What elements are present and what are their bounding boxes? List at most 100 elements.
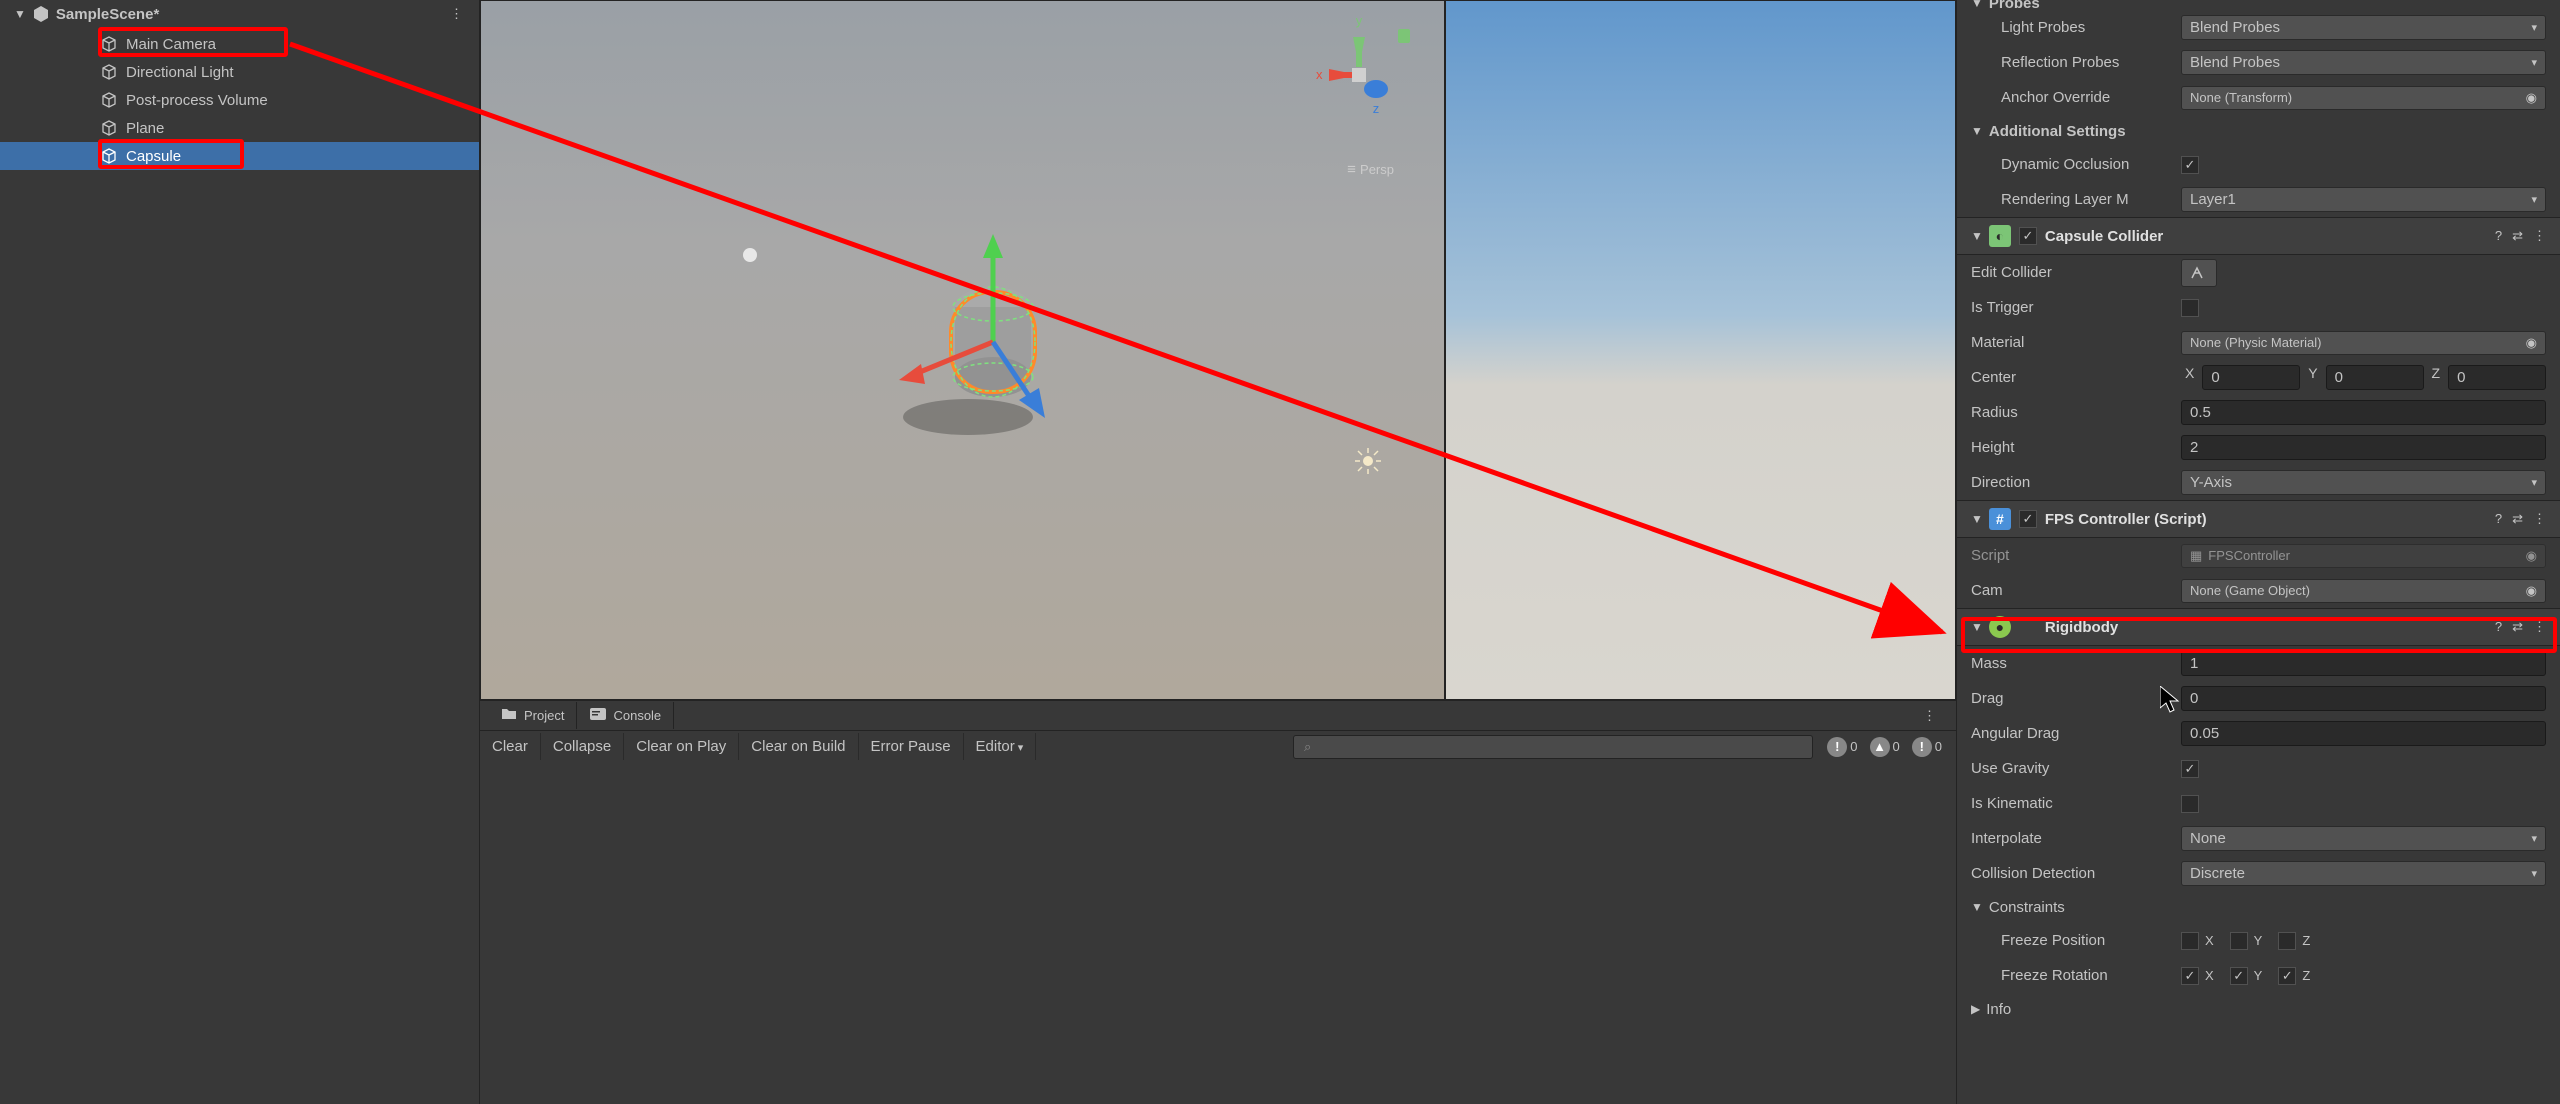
dynamic-occlusion-row: Dynamic Occlusion [1957,147,2560,182]
height-row: Height 2 [1957,430,2560,465]
anchor-override-field[interactable]: None (Transform)◉ [2181,86,2546,110]
is-kinematic-checkbox[interactable] [2181,795,2199,813]
use-gravity-checkbox[interactable] [2181,760,2199,778]
preset-icon[interactable]: ⇄ [2512,619,2523,635]
console-clear-button[interactable]: Clear [480,733,541,760]
height-input[interactable]: 2 [2181,435,2546,460]
collision-detection-dropdown[interactable]: Discrete [2181,861,2546,886]
camera-mode-label[interactable]: ≡ Persp [1347,161,1394,178]
console-error-count[interactable]: !0 [1912,737,1942,757]
console-search-input[interactable] [1293,735,1813,759]
console-info-count[interactable]: !0 [1827,737,1857,757]
info-header[interactable]: ▶ Info [1957,993,2560,1025]
drag-row: Drag 0 [1957,681,2560,716]
reflection-probes-dropdown[interactable]: Blend Probes [2181,50,2546,75]
game-view[interactable] [1445,0,1956,700]
center-z-input[interactable]: 0 [2448,365,2546,390]
hierarchy-item-postprocess[interactable]: Post-process Volume [0,86,479,114]
constraints-header[interactable]: ▼ Constraints [1957,891,2560,923]
foldout-icon: ▼ [1971,900,1983,914]
preset-icon[interactable]: ⇄ [2512,228,2523,244]
object-picker-icon[interactable]: ◉ [2526,90,2537,106]
cam-field[interactable]: None (Game Object)◉ [2181,579,2546,603]
item-label: Capsule [126,148,181,165]
additional-settings-header[interactable]: ▼ Additional Settings [1957,115,2560,147]
capsule-collider-header[interactable]: ▼ ◐ Capsule Collider ? ⇄ ⋮ [1957,217,2560,255]
unity-logo-icon [32,5,50,23]
light-probes-dropdown[interactable]: Blend Probes [2181,15,2546,40]
scene-view[interactable]: y x z ≡ Persp [480,0,1445,700]
object-picker-icon[interactable]: ◉ [2526,335,2537,351]
kebab-menu-icon[interactable]: ⋮ [2533,228,2546,244]
gameobject-icon [100,91,118,109]
hierarchy-item-directional-light[interactable]: Directional Light [0,58,479,86]
center-y-input[interactable]: 0 [2326,365,2424,390]
hierarchy-item-capsule[interactable]: Capsule [0,142,479,170]
hierarchy-item-main-camera[interactable]: Main Camera [0,30,479,58]
physic-material-field[interactable]: None (Physic Material)◉ [2181,331,2546,355]
component-enabled-checkbox[interactable] [2019,510,2037,528]
is-trigger-checkbox[interactable] [2181,299,2199,317]
console-body[interactable] [480,762,1956,1104]
rigidbody-icon: ● [1989,616,2011,638]
help-icon[interactable]: ? [2495,511,2502,527]
gameobject-icon [100,35,118,53]
console-clear-on-play-button[interactable]: Clear on Play [624,733,739,760]
freeze-rot-y-checkbox[interactable] [2230,967,2248,985]
kebab-menu-icon[interactable]: ⋮ [2533,619,2546,635]
console-collapse-button[interactable]: Collapse [541,733,624,760]
kebab-menu-icon[interactable]: ⋮ [450,6,465,22]
console-tab[interactable]: Console [577,702,674,729]
axis-x-label: x [1316,67,1323,82]
help-icon[interactable]: ? [2495,228,2502,244]
mass-input[interactable]: 1 [2181,651,2546,676]
axis-z-label: z [1373,101,1380,116]
radius-input[interactable]: 0.5 [2181,400,2546,425]
direction-dropdown[interactable]: Y-Axis [2181,470,2546,495]
rendering-layer-dropdown[interactable]: Layer1 [2181,187,2546,212]
freeze-pos-x-checkbox[interactable] [2181,932,2199,950]
dynamic-occlusion-checkbox[interactable] [2181,156,2199,174]
freeze-pos-z-checkbox[interactable] [2278,932,2296,950]
scene-capsule-object[interactable] [943,280,1048,460]
kebab-menu-icon[interactable]: ⋮ [1923,708,1948,724]
fps-controller-header[interactable]: ▼ # FPS Controller (Script) ? ⇄ ⋮ [1957,500,2560,538]
console-clear-on-build-button[interactable]: Clear on Build [739,733,858,760]
rigidbody-header[interactable]: ▼ ● Rigidbody ? ⇄ ⋮ [1957,608,2560,646]
edit-collider-button[interactable] [2181,259,2217,287]
project-tab[interactable]: Project [488,702,577,729]
gameobject-icon [100,147,118,165]
kebab-menu-icon[interactable]: ⋮ [2533,511,2546,527]
direction-row: Direction Y-Axis [1957,465,2560,500]
interpolate-row: Interpolate None [1957,821,2560,856]
interpolate-dropdown[interactable]: None [2181,826,2546,851]
component-enabled-checkbox[interactable] [2019,227,2037,245]
freeze-pos-y-checkbox[interactable] [2230,932,2248,950]
console-warn-count[interactable]: ▲0 [1870,737,1900,757]
inspector-panel: ▼ Probes Light Probes Blend Probes Refle… [1956,0,2560,1104]
drag-input[interactable]: 0 [2181,686,2546,711]
orientation-gizmo[interactable]: y x z [1304,11,1414,141]
foldout-icon: ▼ [1971,620,1983,634]
info-icon: ! [1827,737,1847,757]
freeze-rot-z-checkbox[interactable] [2278,967,2296,985]
object-picker-icon[interactable]: ◉ [2526,583,2537,599]
use-gravity-row: Use Gravity [1957,751,2560,786]
gameobject-icon [100,119,118,137]
help-icon[interactable]: ? [2495,619,2502,635]
search-icon: ⌕ [1304,739,1311,755]
item-label: Post-process Volume [126,92,268,109]
foldout-icon: ▼ [1971,512,1983,526]
hierarchy-scene-header[interactable]: ▼ SampleScene* ⋮ [0,0,479,28]
center-x-input[interactable]: 0 [2202,365,2300,390]
reflection-probes-row: Reflection Probes Blend Probes [1957,45,2560,80]
hierarchy-item-plane[interactable]: Plane [0,114,479,142]
console-editor-dropdown[interactable]: Editor [964,733,1037,760]
preset-icon[interactable]: ⇄ [2512,511,2523,527]
freeze-rot-x-checkbox[interactable] [2181,967,2199,985]
probes-header[interactable]: ▼ Probes [1957,0,2560,10]
axis-y-label: y [1356,13,1363,28]
console-counts: !0 ▲0 !0 [1813,737,1956,757]
console-error-pause-button[interactable]: Error Pause [859,733,964,760]
angular-drag-input[interactable]: 0.05 [2181,721,2546,746]
